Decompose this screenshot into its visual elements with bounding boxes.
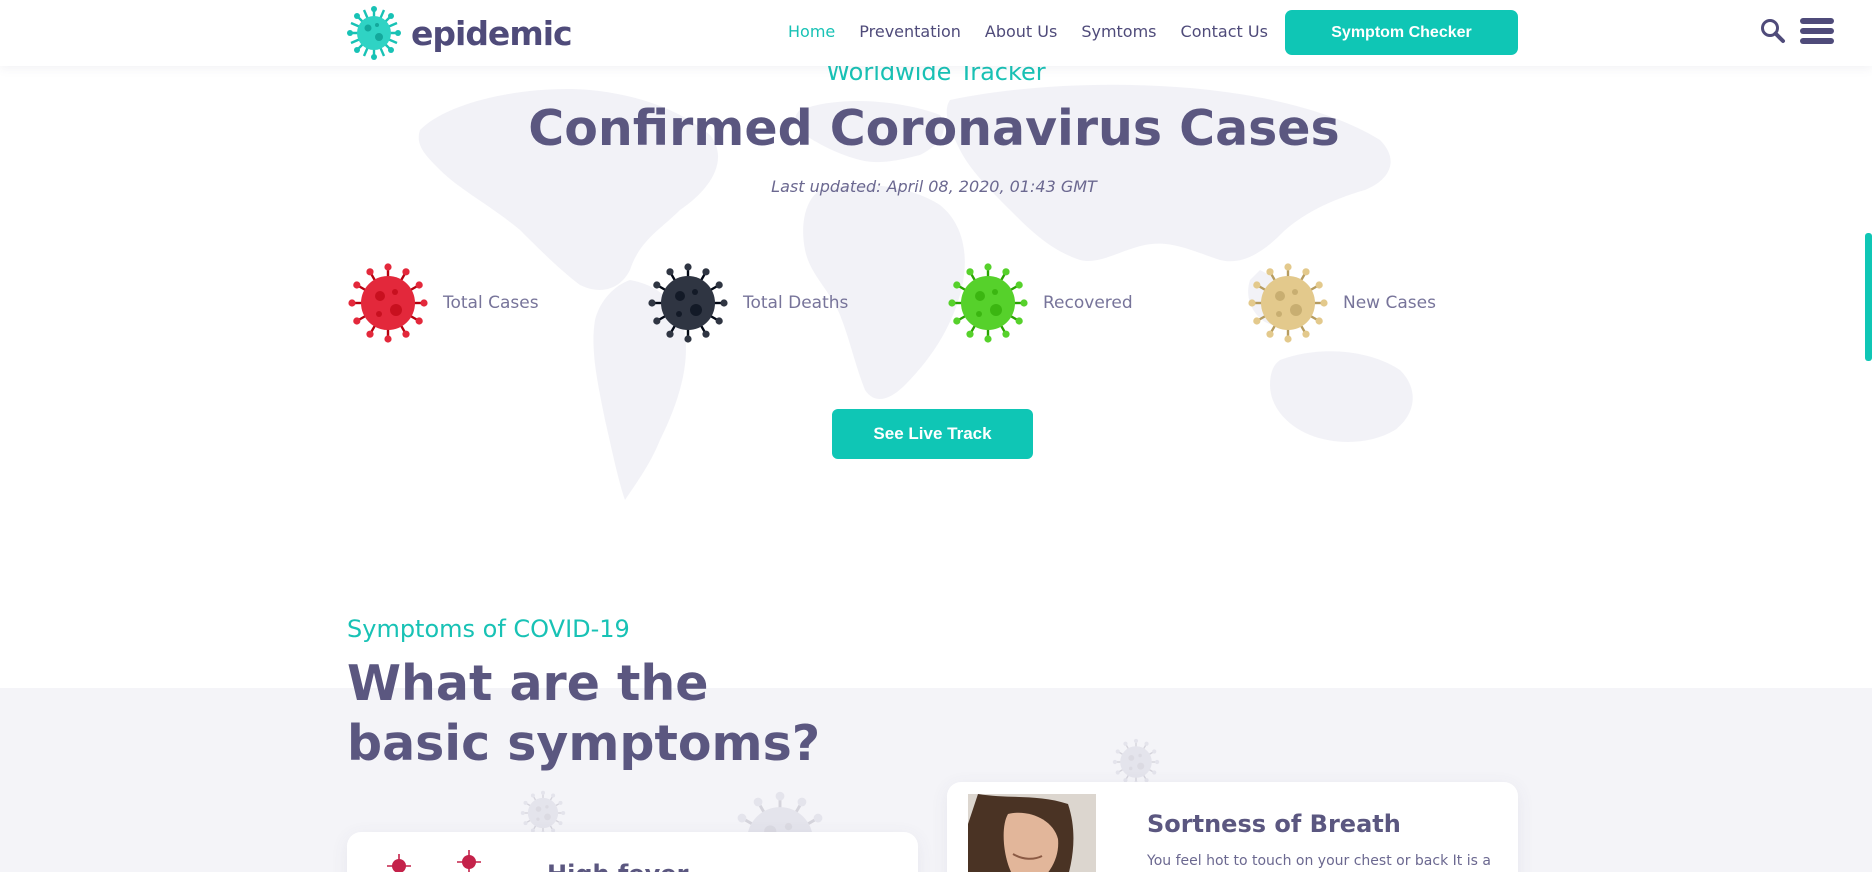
symptoms-background-band	[0, 688, 1872, 872]
beige-virus-icon	[1248, 263, 1328, 343]
logo-text: epidemic	[411, 13, 573, 53]
woman-photo	[968, 794, 1096, 872]
search-icon[interactable]	[1760, 18, 1786, 44]
symptom-card-shortness-of-breath[interactable]: Sortness of Breath You feel hot to touch…	[947, 782, 1518, 872]
stat-label: Total Cases	[443, 293, 539, 313]
card-description: You feel hot to touch on your chest or b…	[1147, 853, 1491, 869]
stat-total-deaths: Total Deaths	[647, 262, 848, 344]
stat-label: Recovered	[1043, 293, 1133, 313]
stat-label: Total Deaths	[743, 293, 849, 313]
card-title: High fever	[547, 860, 688, 872]
virus-logo-icon	[347, 6, 401, 60]
nav-preventation[interactable]: Preventation	[859, 20, 961, 44]
site-header: epidemic Home Preventation About Us Symt…	[0, 0, 1872, 66]
hamburger-menu-icon[interactable]	[1798, 17, 1836, 45]
symptoms-title: What are the basic symptoms?	[347, 655, 821, 772]
see-live-track-button[interactable]: See Live Track	[832, 409, 1033, 459]
fever-illustration-icon	[387, 850, 481, 872]
card-title: Sortness of Breath	[1147, 810, 1401, 838]
dark-virus-icon	[648, 263, 728, 343]
tracker-title: Confirmed Coronavirus Cases	[528, 100, 1340, 157]
red-virus-icon	[348, 263, 428, 343]
symptom-card-high-fever[interactable]: High fever	[347, 832, 918, 872]
green-virus-icon	[948, 263, 1028, 343]
nav-contact-us[interactable]: Contact Us	[1181, 20, 1268, 44]
main-nav: Home Preventation About Us Symtoms Conta…	[788, 20, 1292, 44]
stat-total-cases: Total Cases	[347, 262, 539, 344]
stat-label: New Cases	[1343, 293, 1436, 313]
stat-new-cases: New Cases	[1247, 262, 1436, 344]
nav-about-us[interactable]: About Us	[985, 20, 1057, 44]
nav-home[interactable]: Home	[788, 20, 835, 44]
last-updated-text: Last updated: April 08, 2020, 01:43 GMT	[771, 177, 1097, 196]
decorative-virus-icon	[520, 790, 566, 836]
decorative-virus-icon	[1112, 738, 1160, 786]
stat-recovered: Recovered	[947, 262, 1133, 344]
symptoms-eyebrow: Symptoms of COVID-19	[347, 615, 630, 643]
symptom-checker-button[interactable]: Symptom Checker	[1285, 10, 1518, 55]
scroll-indicator[interactable]	[1865, 233, 1872, 361]
nav-symtoms[interactable]: Symtoms	[1081, 20, 1156, 44]
logo[interactable]: epidemic	[347, 6, 573, 60]
